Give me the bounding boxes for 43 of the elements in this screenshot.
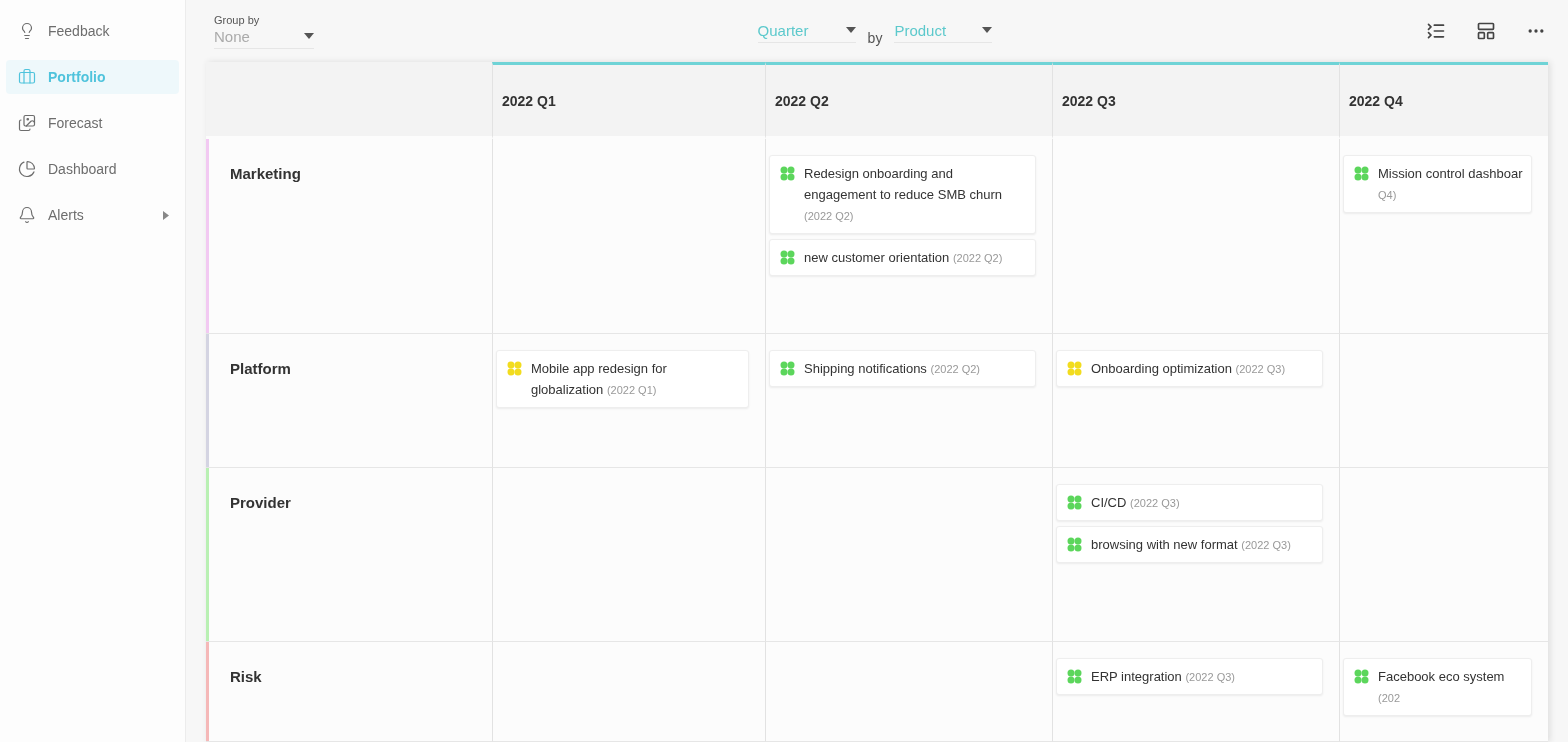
- sidebar-item[interactable]: Alerts: [6, 198, 179, 232]
- briefcase-icon: [18, 68, 36, 86]
- bell-icon: [18, 206, 36, 224]
- card-title: browsing with new format (2022 Q3): [1091, 536, 1291, 554]
- dropdown-caret-icon: [982, 27, 993, 33]
- row-header: Platform: [229, 359, 291, 379]
- pictures-icon: [18, 114, 36, 132]
- roadmap-card[interactable]: new customer orientation (2022 Q2): [769, 239, 1036, 276]
- card-title: Shipping notifications (2022 Q2): [804, 360, 980, 378]
- column-header: 2022 Q1: [492, 62, 765, 139]
- card-title: ERP integration (2022 Q3): [1091, 668, 1235, 686]
- sidebar-item[interactable]: Forecast: [6, 106, 179, 140]
- card-title: Onboarding optimization (2022 Q3): [1091, 360, 1286, 378]
- card-title: Redesign onboarding and engagement to reduce SMB churn (2022 Q2): [804, 165, 1003, 224]
- roadmap-card[interactable]: Shipping notifications (2022 Q2): [769, 350, 1036, 387]
- row-header: Marketing: [229, 164, 301, 184]
- roadmap-card[interactable]: Facebook eco system (202: [1343, 658, 1532, 716]
- row-header: Provider: [229, 493, 291, 513]
- roadmap-card[interactable]: Onboarding optimization (2022 Q3): [1056, 350, 1323, 387]
- roadmap-card[interactable]: ERP integration (2022 Q3): [1056, 658, 1323, 695]
- row-header: Risk: [229, 667, 262, 687]
- dropdown-caret-icon: [845, 27, 856, 33]
- collapse-list-icon[interactable]: [1426, 21, 1446, 41]
- column-header: 2022 Q3: [1052, 62, 1339, 139]
- card-title: Facebook eco system (202: [1378, 668, 1506, 706]
- dropdown-caret-icon: [304, 33, 314, 39]
- card-title: CI/CD (2022 Q3): [1091, 494, 1180, 512]
- roadmap-card[interactable]: Mobile app redesign for globalization (2022 Q1): [496, 350, 749, 408]
- group-by-label: Group by: [214, 13, 261, 26]
- sidebar-item[interactable]: Dashboard: [6, 152, 179, 186]
- layout-icon[interactable]: [1476, 21, 1496, 41]
- roadmap-card[interactable]: CI/CD (2022 Q3): [1056, 484, 1323, 521]
- card-title: new customer orientation (2022 Q2): [804, 249, 1003, 267]
- card-title: Mission control dashboar Q4): [1378, 165, 1523, 203]
- card-title: Mobile app redesign for globalization (2022 Q1): [531, 360, 668, 399]
- roadmap-card[interactable]: Redesign onboarding and engagement to reduce SMB churn (2022 Q2): [769, 155, 1036, 234]
- sidebar-item[interactable]: Feedback: [6, 14, 179, 48]
- roadmap-card[interactable]: Mission control dashboar Q4): [1343, 155, 1532, 213]
- column-header: 2022 Q4: [1339, 62, 1548, 139]
- column-header: 2022 Q2: [765, 62, 1052, 139]
- pie-chart-icon: [18, 160, 36, 178]
- roadmap-card[interactable]: browsing with new format (2022 Q3): [1056, 526, 1323, 563]
- by-label: by: [867, 30, 883, 46]
